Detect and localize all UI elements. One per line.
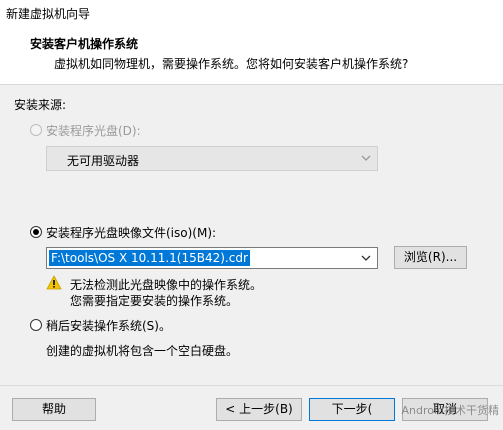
watermark-text: Android技术干货精 [401,404,499,417]
help-button[interactable]: 帮助 [12,398,96,421]
disc-drive-combo[interactable]: 无可用驱动器 [46,146,378,171]
next-button[interactable]: 下一步( [309,398,395,421]
warning-icon [46,275,62,290]
disc-drive-value: 无可用驱动器 [67,154,140,168]
back-button[interactable]: < 上一步(B) [216,398,302,421]
install-later-description: 创建的虚拟机将包含一个空白硬盘。 [46,344,239,358]
install-later-label: 稍后安装操作系统(S)。 [46,319,171,333]
chevron-down-icon[interactable] [359,251,373,265]
chevron-down-icon [361,155,371,161]
warning-line-2: 您需要指定要安装的操作系统。 [70,294,239,308]
page-subtitle: 虚拟机如同物理机，需要操作系统。您将如何安装客户机操作系统? [54,57,409,71]
footer-divider [0,385,503,386]
browse-button[interactable]: 浏览(R)... [394,246,467,269]
install-later-radio[interactable] [30,319,42,331]
page-title: 安装客户机操作系统 [30,37,139,51]
iso-radio[interactable] [30,226,42,238]
install-source-label: 安装来源: [14,98,67,112]
disc-option-label: 安装程序光盘(D): [46,124,141,138]
iso-option-label: 安装程序光盘映像文件(iso)(M): [46,226,217,240]
iso-path-input[interactable]: F:\tools\OS X 10.11.1(15B42).cdr [46,247,378,269]
window-title: 新建虚拟机向导 [6,7,91,21]
iso-path-text: F:\tools\OS X 10.11.1(15B42).cdr [49,250,250,266]
warning-line-1: 无法检测此光盘映像中的操作系统。 [70,278,263,292]
disc-radio[interactable] [30,124,42,136]
